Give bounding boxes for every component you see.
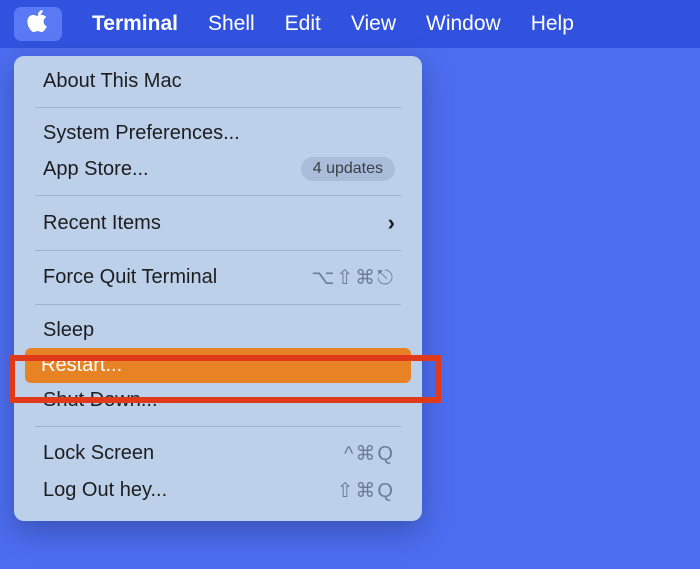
apple-menu-button[interactable] — [14, 7, 62, 41]
menu-item-label: Lock Screen — [43, 442, 154, 465]
menu-item-label: Sleep — [43, 319, 94, 342]
apple-logo-icon — [27, 9, 49, 39]
menu-separator — [35, 250, 401, 251]
menubar-item-window[interactable]: Window — [426, 12, 501, 36]
menubar-item-shell[interactable]: Shell — [208, 12, 255, 36]
apple-menu-dropdown: About This Mac System Preferences... App… — [14, 56, 422, 521]
keyboard-shortcut: ⇧⌘Q — [337, 478, 395, 503]
menu-item-recent-items[interactable]: Recent Items › — [19, 204, 417, 242]
menubar: Terminal Shell Edit View Window Help — [0, 0, 700, 48]
menu-item-label: About This Mac — [43, 70, 182, 93]
menu-item-app-store[interactable]: App Store... 4 updates — [19, 151, 417, 187]
keyboard-shortcut: ^⌘Q — [344, 441, 395, 466]
menu-item-lock-screen[interactable]: Lock Screen ^⌘Q — [19, 435, 417, 472]
menu-item-label: Force Quit Terminal — [43, 266, 217, 289]
menu-separator — [35, 195, 401, 196]
menu-item-restart[interactable]: Restart... — [25, 348, 411, 383]
menu-separator — [35, 107, 401, 108]
menu-item-shut-down[interactable]: Shut Down... — [19, 383, 417, 418]
menu-item-about-mac[interactable]: About This Mac — [19, 64, 417, 99]
menu-item-label: Recent Items — [43, 212, 161, 235]
menu-item-label: System Preferences... — [43, 122, 240, 145]
menu-item-label: Log Out hey... — [43, 479, 167, 502]
updates-badge: 4 updates — [301, 157, 395, 181]
menu-item-label: App Store... — [43, 158, 149, 181]
menu-item-sleep[interactable]: Sleep — [19, 313, 417, 348]
menu-item-log-out[interactable]: Log Out hey... ⇧⌘Q — [19, 472, 417, 509]
chevron-right-icon: › — [388, 210, 395, 236]
menu-separator — [35, 426, 401, 427]
menu-item-label: Shut Down... — [43, 389, 158, 412]
menu-separator — [35, 304, 401, 305]
keyboard-shortcut: ⌥⇧⌘⎋ — [311, 265, 395, 290]
menu-item-label: Restart... — [41, 354, 122, 377]
menubar-item-view[interactable]: View — [351, 12, 396, 36]
menu-item-force-quit[interactable]: Force Quit Terminal ⌥⇧⌘⎋ — [19, 259, 417, 296]
menubar-app-name[interactable]: Terminal — [92, 12, 178, 36]
menubar-item-help[interactable]: Help — [531, 12, 574, 36]
menubar-item-edit[interactable]: Edit — [285, 12, 321, 36]
menu-item-system-preferences[interactable]: System Preferences... — [19, 116, 417, 151]
